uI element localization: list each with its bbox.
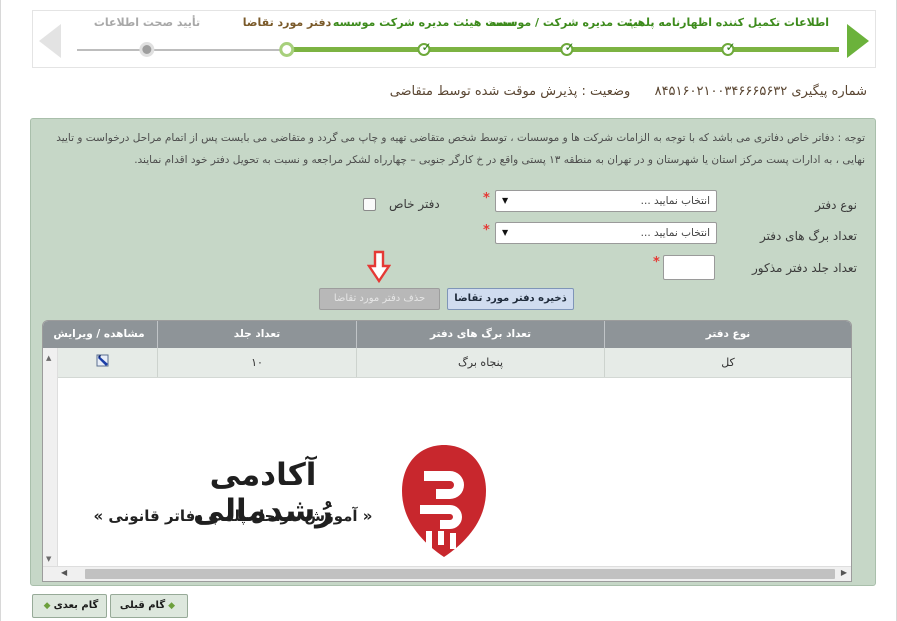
step-pending-icon — [139, 42, 155, 57]
pages-label: تعداد برگ های دفتر — [760, 229, 857, 243]
wizard-step-confirm[interactable]: تأیید صحت اطلاعات — [94, 14, 200, 57]
wizard-step-board-roles[interactable]: سمت هیئت مدیره شرکت موسسه ✓ — [333, 14, 515, 56]
notice-text: توجه : دفاتر خاص دفاتری می باشد که با تو… — [56, 132, 865, 166]
scroll-up-icon[interactable]: ▲ — [46, 354, 51, 362]
horizontal-scrollbar[interactable]: ◀ ▶ — [43, 566, 851, 581]
requested-book-panel: توجه : دفاتر خاص دفاتری می باشد که با تو… — [30, 118, 876, 586]
cell-pages: پنجاه برگ — [356, 348, 604, 377]
academy-logo-icon — [402, 445, 486, 557]
wizard-step-applicant-info[interactable]: اطلاعات تکمیل کننده اظهارنامه پلمپ ✓ — [627, 14, 829, 56]
prev-arrow-icon[interactable] — [39, 24, 61, 58]
step-current-icon — [279, 42, 295, 57]
pages-select[interactable]: انتخاب نمایید ... ▼ — [495, 222, 717, 244]
scroll-down-icon[interactable]: ▼ — [46, 555, 51, 563]
special-book-label: دفتر خاص — [389, 197, 440, 211]
watermark-subtitle: « آموزش مراحل پلمپ دفاتر قانونی » — [93, 507, 373, 525]
special-book-checkbox[interactable] — [363, 198, 376, 211]
col-view-edit[interactable]: مشاهده / ویرایش — [43, 321, 157, 348]
next-step-button[interactable]: گام بعدی◆ — [32, 594, 107, 618]
table-row[interactable]: کل پنجاه برگ ۱۰ — [43, 348, 851, 378]
dropdown-caret-icon: ▼ — [502, 196, 509, 205]
col-volumes[interactable]: تعداد جلد — [157, 321, 356, 348]
step-done-icon: ✓ — [721, 40, 736, 56]
step-done-icon: ✓ — [560, 40, 575, 56]
scroll-right-icon[interactable]: ▶ — [841, 568, 847, 577]
volumes-input[interactable] — [663, 255, 715, 280]
scroll-left-icon[interactable]: ◀ — [61, 568, 67, 577]
nav-arrow-icon: ◆ — [43, 601, 51, 611]
wizard-step-requested-book[interactable]: دفتر مورد تقاضا — [243, 14, 331, 57]
status-value: پذیرش موقت شده توسط متقاضی — [389, 84, 578, 99]
book-type-select[interactable]: انتخاب نمایید ... ▼ — [495, 190, 717, 212]
delete-book-button[interactable]: حذف دفتر مورد تقاضا — [319, 288, 440, 310]
volumes-label: تعداد جلد دفتر مذکور — [752, 261, 857, 275]
cell-view-edit — [55, 348, 157, 377]
prev-step-button[interactable]: ◆گام قبلی — [110, 594, 188, 618]
dropdown-caret-icon: ▼ — [502, 228, 509, 237]
required-mark: * — [483, 223, 490, 238]
red-arrow-icon — [367, 250, 391, 284]
cell-book-type: کل — [604, 348, 851, 377]
col-pages[interactable]: تعداد برگ های دفتر — [356, 321, 604, 348]
edit-icon[interactable] — [95, 352, 111, 368]
tracking-info: شماره پیگیری ۸۴۵۱۶۰۲۱۰۰۳۴۶۶۶۵۶۳۲ وضعیت :… — [390, 84, 867, 99]
required-mark: * — [653, 255, 660, 270]
vertical-scrollbar[interactable]: ▲ ▼ — [43, 348, 58, 567]
book-type-label: نوع دفتر — [815, 198, 857, 212]
grid-header: نوع دفتر تعداد برگ های دفتر تعداد جلد مش… — [43, 321, 851, 348]
books-grid: نوع دفتر تعداد برگ های دفتر تعداد جلد مش… — [42, 320, 852, 582]
save-book-button[interactable]: ذخیره دفتر مورد تقاضا — [447, 288, 574, 310]
scroll-thumb[interactable] — [85, 569, 835, 579]
next-arrow-icon[interactable] — [847, 24, 869, 58]
step-done-icon: ✓ — [417, 40, 432, 56]
cell-volumes: ۱۰ — [157, 348, 356, 377]
tracking-number-value: ۸۴۵۱۶۰۲۱۰۰۳۴۶۶۶۵۶۳۲ — [654, 84, 788, 99]
status-label: وضعیت : — [581, 84, 631, 99]
required-mark: * — [483, 191, 490, 206]
tracking-number-label: شماره پیگیری — [791, 84, 867, 99]
col-book-type[interactable]: نوع دفتر — [604, 321, 851, 348]
wizard-progress: اطلاعات تکمیل کننده اظهارنامه پلمپ ✓ هیئ… — [32, 10, 876, 68]
progress-line-remaining — [77, 49, 289, 51]
nav-arrow-icon: ◆ — [168, 601, 176, 611]
